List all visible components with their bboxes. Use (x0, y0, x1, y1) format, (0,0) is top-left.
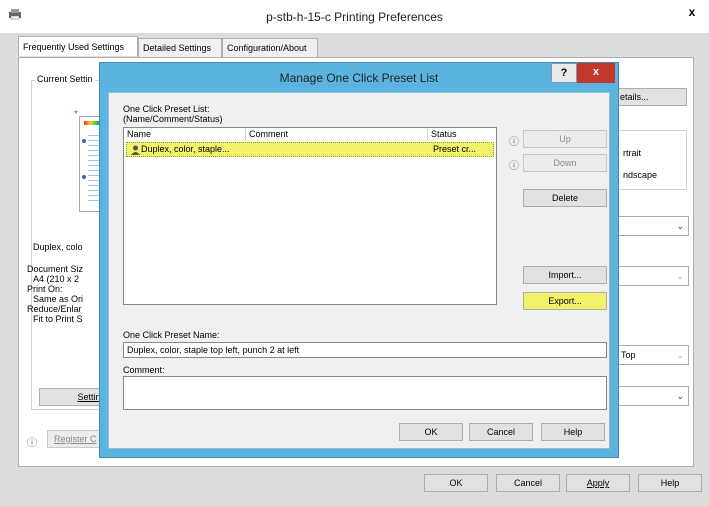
document-size-value: A4 (210 x 2 (33, 274, 80, 284)
info-icon: ⓘ (27, 438, 37, 449)
dialog-cancel-button[interactable]: Cancel (469, 423, 533, 441)
settings-combo-1[interactable]: ⌄ (617, 216, 689, 236)
up-button[interactable]: Up (523, 130, 607, 148)
apply-button[interactable]: Apply (566, 474, 630, 492)
print-on-value: Same as Ori (33, 294, 84, 304)
settings-combo-3[interactable]: ⌄ (617, 386, 689, 406)
settings-combo-2[interactable]: ⌄ (617, 266, 689, 286)
current-settings-label: Current Settin (35, 74, 95, 84)
preset-list[interactable]: Name Comment Status Duplex, color, stapl… (123, 127, 497, 305)
down-button[interactable]: Down (523, 154, 607, 172)
tab-configuration-about[interactable]: Configuration/About (222, 38, 318, 57)
reduce-enlarge-label: Reduce/Enlar (27, 304, 82, 314)
ok-button[interactable]: OK (424, 474, 488, 492)
user-icon (131, 145, 140, 155)
staple-position-combo[interactable]: Top ⌄ (617, 345, 689, 365)
manage-preset-dialog: Manage One Click Preset List ? x One Cli… (99, 62, 619, 458)
print-on-label: Print On: (27, 284, 63, 294)
dialog-help-bottom-button[interactable]: Help (541, 423, 605, 441)
help-button[interactable]: Help (638, 474, 702, 492)
preset-list-sublabel: (Name/Comment/Status) (123, 114, 223, 124)
info-icon: ⓘ (509, 137, 519, 148)
comment-textarea[interactable] (123, 376, 607, 410)
column-header-comment[interactable]: Comment (246, 128, 428, 140)
dialog-title: Manage One Click Preset List (279, 71, 439, 85)
punch-hole-icon (82, 139, 86, 143)
dialog-body: One Click Preset List: (Name/Comment/Sta… (108, 92, 610, 449)
dialog-close-button[interactable]: x (577, 63, 615, 83)
list-item-name: Duplex, color, staple... (141, 144, 230, 154)
cancel-button[interactable]: Cancel (496, 474, 560, 492)
details-button[interactable]: etails... (615, 88, 687, 106)
delete-button[interactable]: Delete (523, 189, 607, 207)
tab-detailed-settings[interactable]: Detailed Settings (138, 38, 222, 57)
landscape-label[interactable]: ndscape (623, 170, 657, 180)
dialog-help-button[interactable]: ? (551, 63, 577, 83)
staple-icon: * (74, 109, 78, 120)
window-close-button[interactable]: x (675, 0, 709, 26)
preset-name-input[interactable] (123, 342, 607, 358)
reduce-enlarge-value: Fit to Print S (33, 314, 83, 324)
dialog-ok-button[interactable]: OK (399, 423, 463, 441)
tab-frequently-used-settings[interactable]: Frequently Used Settings (18, 36, 138, 56)
import-button[interactable]: Import... (523, 266, 607, 284)
column-header-status[interactable]: Status (428, 128, 496, 140)
preset-list-label: One Click Preset List: (123, 104, 210, 114)
punch-hole-icon (82, 175, 86, 179)
info-icon: ⓘ (509, 161, 519, 172)
list-item[interactable]: Duplex, color, staple... Preset cr... (126, 142, 494, 157)
column-header-name[interactable]: Name (124, 128, 246, 140)
window-title: p-stb-h-15-c Printing Preferences (266, 10, 443, 24)
export-button[interactable]: Export... (523, 292, 607, 310)
document-size-label: Document Siz (27, 264, 84, 274)
comment-label: Comment: (123, 365, 165, 375)
preset-name-label: One Click Preset Name: (123, 330, 220, 340)
portrait-label[interactable]: rtrait (623, 148, 641, 158)
preset-summary: Duplex, colo (33, 242, 83, 252)
list-item-status: Preset cr... (433, 144, 477, 154)
orientation-group (615, 130, 687, 190)
